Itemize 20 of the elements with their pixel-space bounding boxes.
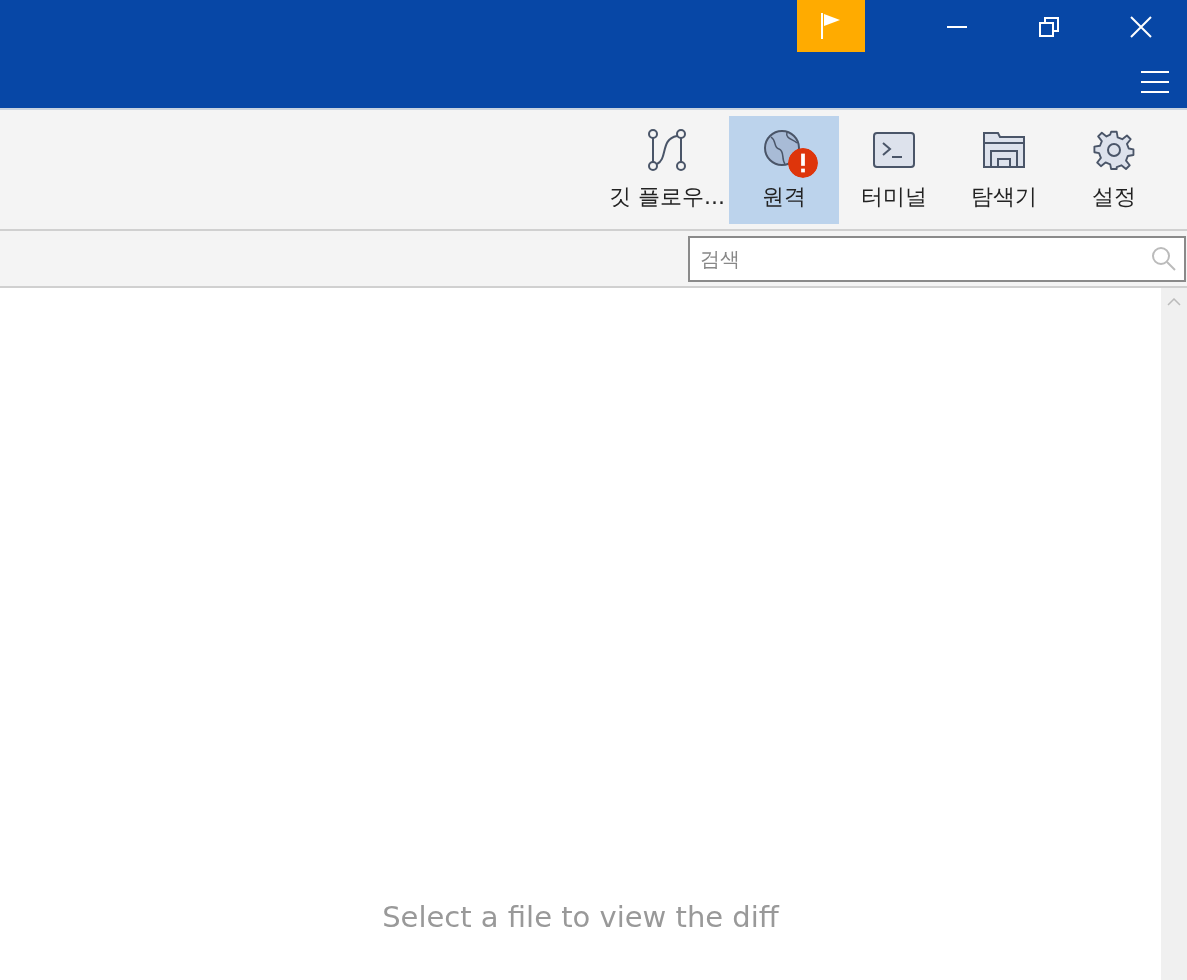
toolbar-button[interactable]: 탐색기 (949, 115, 1059, 224)
toolbar-button[interactable]: 설정 (1059, 115, 1169, 224)
restore-icon[interactable] (1039, 17, 1059, 37)
settings-icon (1093, 128, 1135, 171)
scrollbar[interactable] (1161, 288, 1187, 980)
flag-icon (820, 12, 842, 40)
branch-nodes-icon (646, 128, 688, 171)
flag-button[interactable] (797, 0, 865, 52)
toolbar-button[interactable]: 깃 플로우... (605, 115, 729, 224)
terminal-icon (873, 131, 915, 168)
toolbar-button[interactable]: 터미널 (839, 115, 949, 224)
search-icon (1152, 246, 1176, 271)
menu-icon[interactable] (1141, 70, 1169, 94)
empty-state-message: Select a file to view the diff (382, 900, 779, 934)
folder-icon (983, 131, 1025, 168)
minimize-icon[interactable] (947, 26, 967, 28)
toolbar-button[interactable]: 원격 (729, 115, 839, 224)
search-field[interactable]: 검색 (688, 235, 1186, 282)
close-icon[interactable] (1130, 16, 1152, 38)
scroll-up-icon[interactable] (1167, 298, 1181, 306)
